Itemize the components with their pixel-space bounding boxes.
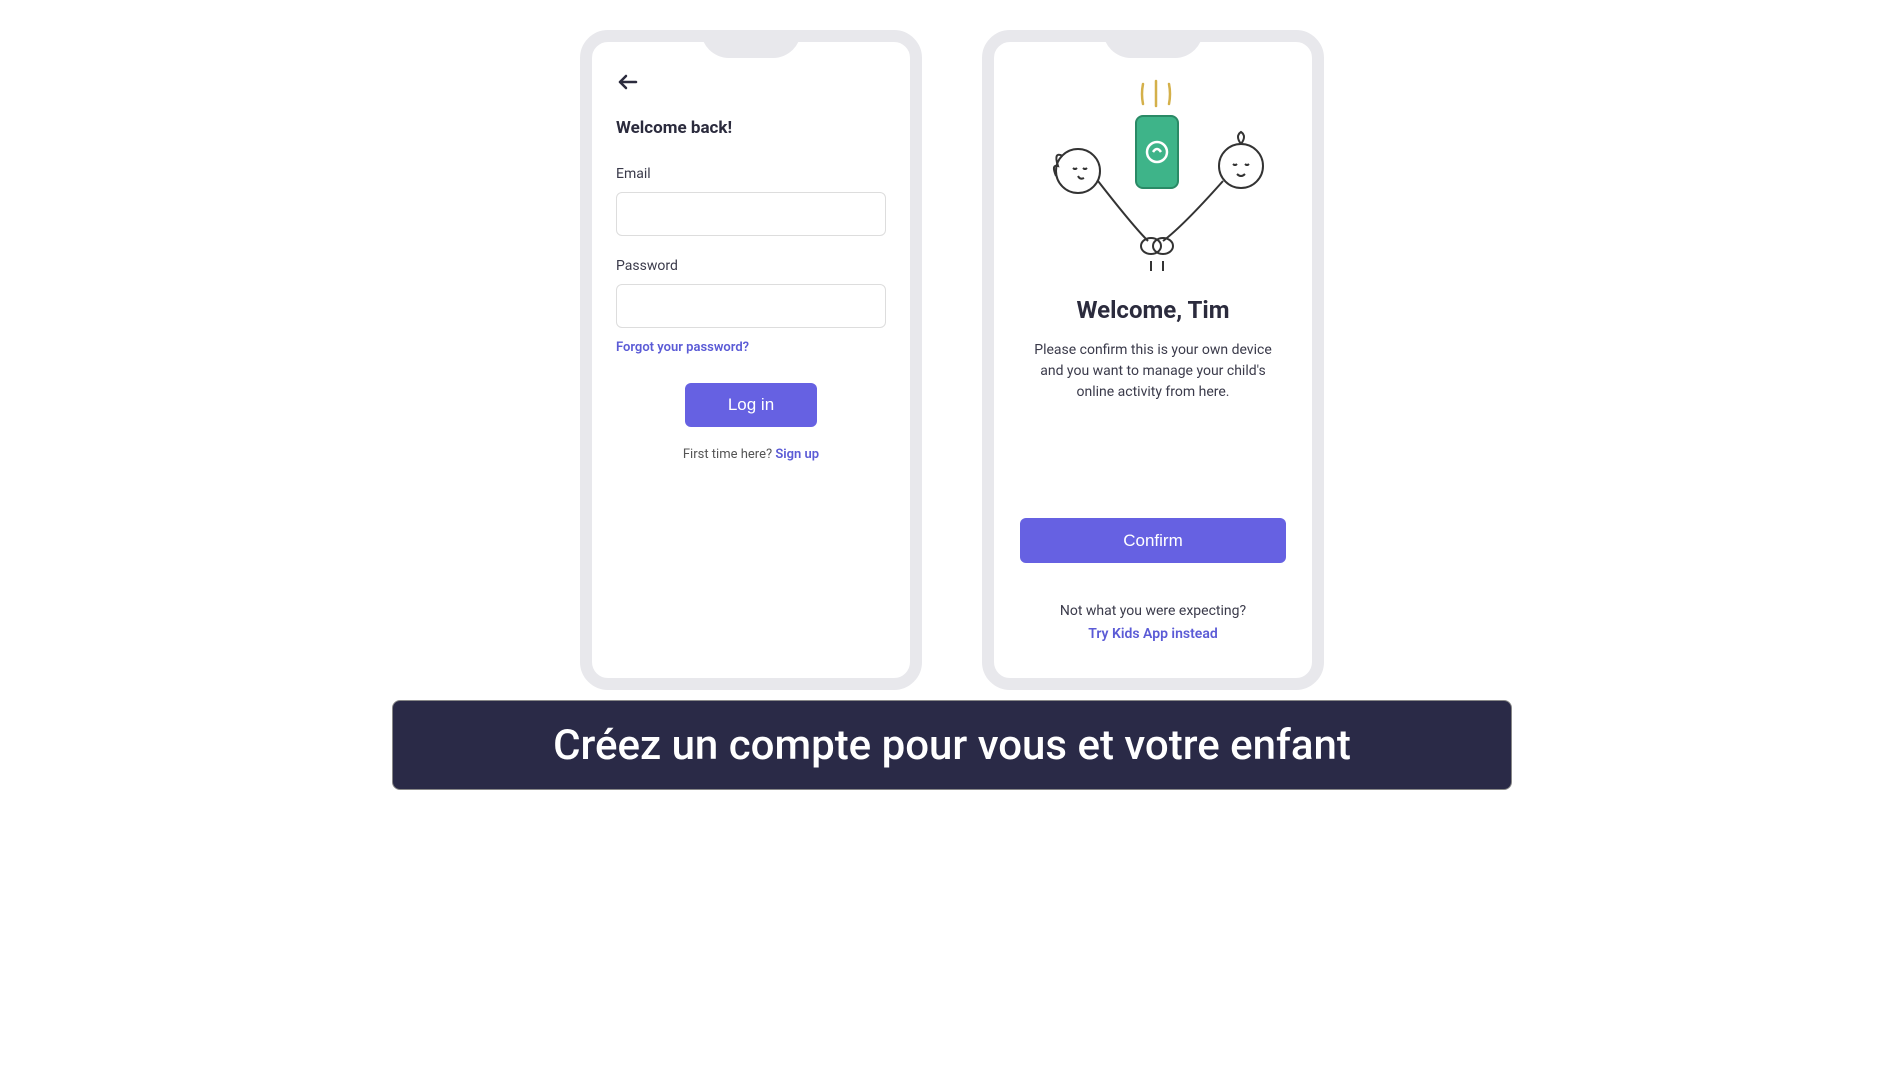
welcome-heading: Welcome, Tim — [1076, 296, 1229, 324]
not-expecting-text: Not what you were expecting? — [1060, 603, 1246, 619]
caption-bar: Créez un compte pour vous et votre enfan… — [392, 700, 1512, 790]
email-field[interactable] — [616, 192, 886, 236]
back-arrow-icon[interactable] — [616, 70, 640, 94]
phone-login: Welcome back! Email Password Forgot your… — [580, 30, 922, 690]
confirm-button[interactable]: Confirm — [1020, 518, 1286, 563]
first-time-text: First time here? — [683, 447, 775, 462]
footer-section: Not what you were expecting? Try Kids Ap… — [1060, 603, 1246, 642]
phone-welcome: Welcome, Tim Please confirm this is your… — [982, 30, 1324, 690]
phone-notch — [1103, 30, 1203, 58]
phone-notch — [701, 30, 801, 58]
welcome-illustration — [1023, 76, 1283, 276]
password-field[interactable] — [616, 284, 886, 328]
login-title: Welcome back! — [616, 118, 886, 138]
login-button[interactable]: Log in — [685, 383, 817, 427]
email-label: Email — [616, 166, 886, 182]
signup-line: First time here? Sign up — [616, 447, 886, 462]
signup-link[interactable]: Sign up — [775, 447, 819, 462]
caption-text: Créez un compte pour vous et votre enfan… — [553, 721, 1351, 770]
welcome-body: Please confirm this is your own device a… — [1014, 340, 1292, 403]
phones-row: Welcome back! Email Password Forgot your… — [0, 0, 1904, 690]
try-kids-link[interactable]: Try Kids App instead — [1088, 626, 1218, 642]
forgot-password-link[interactable]: Forgot your password? — [616, 340, 886, 355]
password-label: Password — [616, 258, 886, 274]
